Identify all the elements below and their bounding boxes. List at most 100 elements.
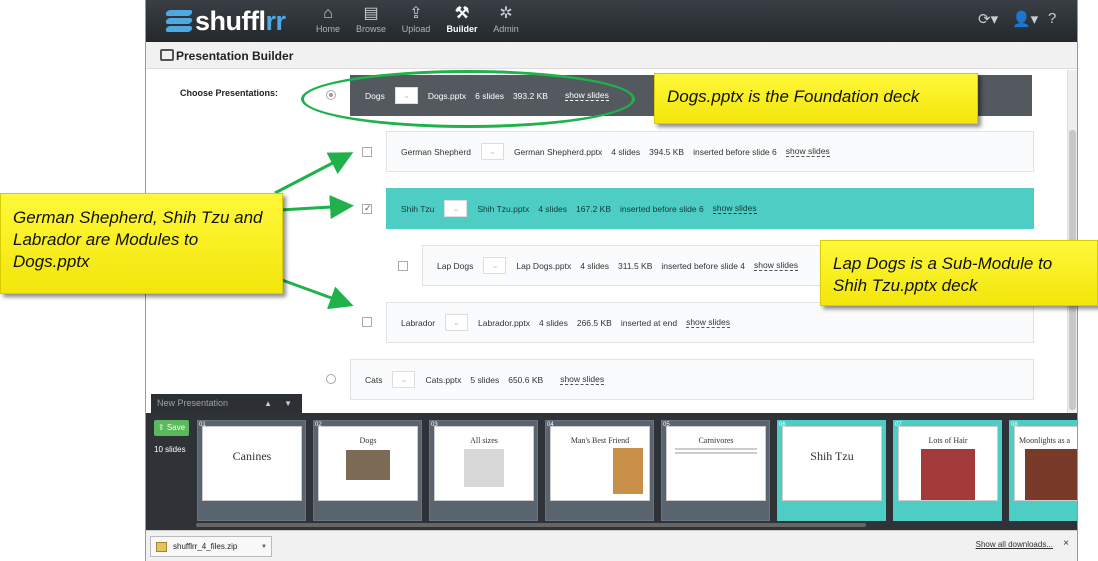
slide-count: 10 slides <box>154 445 186 454</box>
presentation-name: German Shepherd <box>401 146 471 157</box>
presentation-slides: 4 slides <box>538 203 568 214</box>
save-button[interactable]: ⇪ Save <box>154 420 189 436</box>
presentation-thumbnail: ▭ <box>444 200 468 217</box>
zip-file-icon <box>156 542 167 552</box>
shuffle-logo-icon <box>164 10 194 32</box>
slide-title: Carnivores <box>698 436 734 445</box>
show-slides-link[interactable]: show slides <box>560 374 605 385</box>
tray-slide[interactable]: 01 Canines <box>197 420 306 521</box>
page-title: Presentation Builder <box>176 49 294 63</box>
tray-slide[interactable]: 07 Lots of Hair <box>893 420 1002 521</box>
tray-slide[interactable]: 02 Dogs <box>313 420 422 521</box>
slide-title: Lots of Hair <box>928 436 968 445</box>
close-icon[interactable]: × <box>1063 538 1069 549</box>
radio-cats[interactable] <box>326 374 336 384</box>
new-presentation-title: New Presentation <box>157 398 229 408</box>
slide-card: Dogs <box>318 426 418 501</box>
nav-upload[interactable]: ⇪ Upload <box>394 4 438 34</box>
tray-scrollbar[interactable] <box>196 523 866 527</box>
presentation-file: Labrador.pptx <box>478 317 531 328</box>
checkbox-labrador[interactable] <box>362 317 372 327</box>
presentation-name: Lap Dogs <box>437 260 474 271</box>
nav-home[interactable]: ⌂ Home <box>306 4 350 34</box>
slide-title: Man's Best Friend <box>570 436 630 445</box>
user-icon[interactable]: 👤▾ <box>1012 10 1038 28</box>
browse-icon: ▤ <box>363 5 379 22</box>
save-label: Save <box>166 423 186 432</box>
presentation-row-shih-tzu[interactable]: Shih Tzu ▭ Shih Tzu.pptx 4 slides 167.2 … <box>386 188 1034 229</box>
nav-home-label: Home <box>315 24 340 34</box>
tray-slide[interactable]: 06 Shih Tzu <box>777 420 886 521</box>
expand-up-icon[interactable]: ▲ <box>264 394 272 413</box>
slide-title: All sizes <box>470 436 498 445</box>
screenshot-stage: shuffl rr ⌂ Home ▤ Browse ⇪ Upload ⚒ Builder … <box>0 0 1098 561</box>
collapse-down-icon[interactable]: ▼ <box>284 394 292 413</box>
presentation-file: Shih Tzu.pptx <box>477 203 530 214</box>
presentation-thumbnail: ▭ <box>480 143 504 160</box>
download-item[interactable]: shufflrr_4_files.zip ▼ <box>150 536 272 557</box>
nav-admin[interactable]: ✲ Admin <box>484 4 528 34</box>
presentation-slides: 4 slides <box>580 260 610 271</box>
presentation-thumbnail: ▭ <box>483 257 507 274</box>
presentation-thumbnail: ▭ <box>392 371 416 388</box>
presentation-size: 650.6 KB <box>508 374 544 385</box>
checkbox-shih-tzu[interactable] <box>362 203 372 214</box>
help-icon[interactable]: ? <box>1048 10 1056 27</box>
nav-browse[interactable]: ▤ Browse <box>349 4 393 34</box>
nav-builder[interactable]: ⚒ Builder <box>440 4 484 34</box>
slide-tray: ⇪ Save 10 slides 01 Canines 02 Dogs 03 All … <box>146 413 1077 530</box>
tray-slide[interactable]: 08 Moonlights as a <box>1009 420 1077 521</box>
shufflrr-logo[interactable]: shuffl rr <box>164 5 287 36</box>
presentation-row-labrador[interactable]: Labrador ▭ Labrador.pptx 4 slides 266.5 … <box>386 302 1034 343</box>
shih-tzu-photo <box>921 449 975 500</box>
builder-icon <box>160 49 174 61</box>
wrench-icon: ⚒ <box>454 5 470 22</box>
insertion-note: inserted before slide 6 <box>620 203 704 214</box>
chevron-down-icon[interactable]: ▼ <box>261 537 267 557</box>
new-presentation-bar[interactable]: New Presentation ▲ ▼ <box>151 394 302 413</box>
insertion-note: inserted at end <box>620 317 678 328</box>
slide-card: Lots of Hair <box>898 426 998 501</box>
nav-admin-label: Admin <box>493 24 519 34</box>
presentation-row-german-shepherd[interactable]: German Shepherd ▭ German Shepherd.pptx 4… <box>386 131 1034 172</box>
nav-upload-label: Upload <box>401 24 431 34</box>
presentation-size: 311.5 KB <box>618 260 653 271</box>
callout-foundation: Dogs.pptx is the Foundation deck <box>654 73 978 124</box>
page-header: Presentation Builder <box>146 42 1077 69</box>
nav-builder-label: Builder <box>446 24 478 34</box>
callout-modules: German Shepherd, Shih Tzu and Labrador a… <box>0 193 283 294</box>
show-slides-link[interactable]: show slides <box>686 317 730 328</box>
dog-costume-photo <box>1025 449 1077 500</box>
presentation-row-cats[interactable]: Cats ▭ Cats.pptx 5 slides 650.6 KB show … <box>350 359 1034 400</box>
tray-slide[interactable]: 05 Carnivores <box>661 420 770 521</box>
logo-text-accent: rr <box>265 5 287 36</box>
downloads-bar: shufflrr_4_files.zip ▼ Show all download… <box>146 530 1077 561</box>
slide-title: Canines <box>232 449 272 463</box>
logo-text: shuffl <box>195 5 266 36</box>
show-slides-link[interactable]: show slides <box>785 146 830 157</box>
slide-card: Man's Best Friend <box>550 426 650 501</box>
show-slides-link[interactable]: show slides <box>754 260 798 271</box>
refresh-icon[interactable]: ⟳▾ <box>978 10 998 28</box>
presentation-file: Cats.pptx <box>425 374 462 385</box>
presentation-slides: 5 slides <box>470 374 500 385</box>
presentation-name: Cats <box>365 374 383 385</box>
checkbox-german-shepherd[interactable] <box>362 147 372 157</box>
tray-slide[interactable]: 03 All sizes <box>429 420 538 521</box>
checkbox-lap-dogs[interactable] <box>398 261 408 271</box>
presentation-thumbnail: ▭ <box>445 314 469 331</box>
insertion-note: inserted before slide 6 <box>693 146 777 157</box>
presentation-file: Lap Dogs.pptx <box>516 260 572 271</box>
home-icon: ⌂ <box>323 5 333 22</box>
show-all-downloads-link[interactable]: Show all downloads... <box>976 540 1053 549</box>
tray-slide[interactable]: 04 Man's Best Friend <box>545 420 654 521</box>
show-slides-link[interactable]: show slides <box>712 203 757 214</box>
presentation-size: 266.5 KB <box>576 317 612 328</box>
gear-icon: ✲ <box>499 5 513 22</box>
top-navigation: shuffl rr ⌂ Home ▤ Browse ⇪ Upload ⚒ Builder … <box>146 0 1077 42</box>
callout-submodule: Lap Dogs is a Sub-Module to Shih Tzu.ppt… <box>820 240 1098 306</box>
presentation-slides: 4 slides <box>611 146 641 157</box>
presentation-size: 394.5 KB <box>649 146 685 157</box>
choose-presentations-label: Choose Presentations: <box>180 88 279 98</box>
download-filename: shufflrr_4_files.zip <box>173 542 238 551</box>
